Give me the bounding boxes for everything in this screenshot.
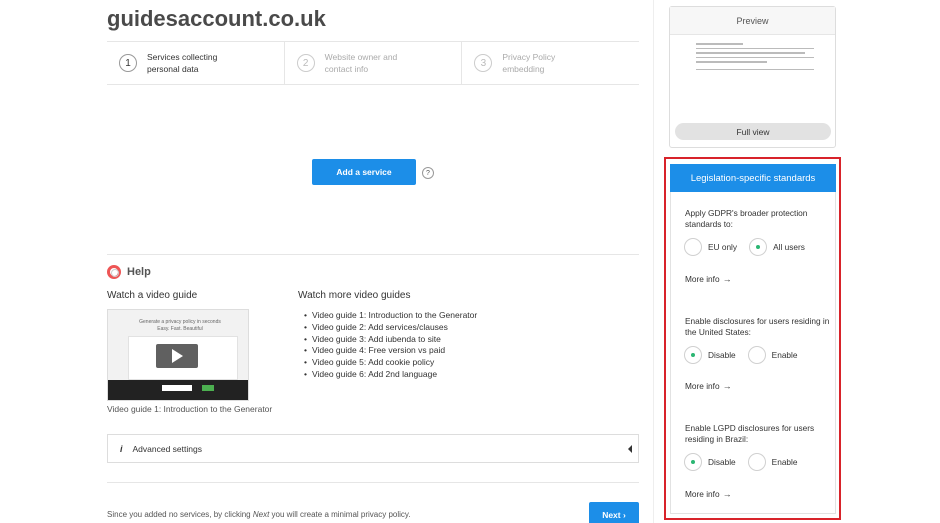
help-title: Help <box>127 266 151 278</box>
step-label: Website owner and contact info <box>324 52 398 74</box>
radio-label: Disable <box>708 457 736 467</box>
us-options: Disable Enable <box>684 346 810 364</box>
caret-left-icon <box>628 445 632 453</box>
guide-link[interactable]: Video guide 1: Introduction to the Gener… <box>304 310 477 322</box>
arrow-right-icon: → <box>722 381 732 391</box>
more-info-label: More info <box>685 381 720 391</box>
legislation-header: Legislation-specific standards <box>670 164 836 192</box>
radio-label: EU only <box>708 242 738 252</box>
guide-link[interactable]: Video guide 6: Add 2nd language <box>304 369 477 381</box>
guide-link[interactable]: Video guide 5: Add cookie policy <box>304 357 477 369</box>
guide-link[interactable]: Video guide 3: Add iubenda to site <box>304 334 477 346</box>
play-icon <box>172 349 183 363</box>
radio-label: Enable <box>771 350 798 360</box>
video-thumbnail[interactable]: Generate a privacy policy in seconds Eas… <box>107 309 249 401</box>
preview-panel: Preview Full view <box>669 6 836 148</box>
step-number: 1 <box>119 54 137 72</box>
guide-list: Video guide 1: Introduction to the Gener… <box>304 310 477 381</box>
info-icon: i <box>120 443 123 454</box>
more-guides-title: Watch more video guides <box>298 290 411 301</box>
step-label: Privacy Policy embedding <box>502 52 556 74</box>
advanced-settings-toggle[interactable]: i Advanced settings <box>107 434 639 463</box>
video-controls-bar <box>108 380 248 400</box>
step-number: 2 <box>296 54 315 72</box>
arrow-right-icon: → <box>722 274 732 284</box>
lgpd-question: Enable LGPD disclosures for users residi… <box>685 423 815 444</box>
preview-document <box>696 43 814 73</box>
radio-all-users[interactable] <box>749 238 768 256</box>
help-heading: Help <box>107 265 151 279</box>
more-info-label: More info <box>685 274 720 284</box>
advanced-settings-label: Advanced settings <box>132 443 202 454</box>
footer-note: Since you added no services, by clicking… <box>107 510 411 519</box>
next-button[interactable]: Next › <box>589 502 639 523</box>
us-question: Enable disclosures for users residing in… <box>685 316 830 337</box>
radio-lgpd-enable[interactable] <box>747 453 766 471</box>
sidebar-divider <box>653 0 654 523</box>
guide-link[interactable]: Video guide 4: Free version vs paid <box>304 345 477 357</box>
gdpr-question: Apply GDPR's broader protection standard… <box>685 208 808 229</box>
full-view-button[interactable]: Full view <box>675 123 831 140</box>
gdpr-more-info-link[interactable]: More info → <box>685 274 732 284</box>
radio-label: Disable <box>708 350 736 360</box>
lgpd-options: Disable Enable <box>684 453 810 471</box>
site-title: guidesaccount.co.uk <box>107 6 326 31</box>
radio-label: Enable <box>771 457 798 467</box>
preview-title: Preview <box>670 7 835 35</box>
watch-video-title: Watch a video guide <box>107 290 198 301</box>
step-embedding[interactable]: 3 Privacy Policy embedding <box>462 42 639 84</box>
radio-lgpd-disable[interactable] <box>684 453 702 471</box>
video-caption: Video guide 1: Introduction to the Gener… <box>107 404 273 414</box>
step-label: Services collecting personal data <box>147 52 218 74</box>
lifebuoy-icon <box>107 265 121 279</box>
thumbnail-text: Generate a privacy policy in seconds Eas… <box>139 319 221 332</box>
radio-label: All users <box>773 242 805 252</box>
divider <box>107 482 639 483</box>
radio-eu-only[interactable] <box>684 238 702 256</box>
footer-note-suffix: you will create a minimal privacy policy… <box>269 510 411 519</box>
arrow-right-icon: → <box>722 489 732 499</box>
footer-note-prefix: Since you added no services, by clicking <box>107 510 253 519</box>
radio-us-enable[interactable] <box>747 346 766 364</box>
more-info-label: More info <box>685 489 720 499</box>
radio-us-disable[interactable] <box>684 346 702 364</box>
step-owner[interactable]: 2 Website owner and contact info <box>285 42 463 84</box>
footer-note-emphasis: Next <box>252 510 270 519</box>
us-more-info-link[interactable]: More info → <box>685 381 732 391</box>
gdpr-options: EU only All users <box>684 238 817 256</box>
steps-bar: 1 Services collecting personal data 2 We… <box>107 41 639 85</box>
guide-link[interactable]: Video guide 2: Add services/clauses <box>304 322 477 334</box>
divider <box>107 254 639 255</box>
step-services[interactable]: 1 Services collecting personal data <box>107 42 285 84</box>
question-icon[interactable]: ? <box>422 167 434 179</box>
lgpd-more-info-link[interactable]: More info → <box>685 489 732 499</box>
step-number: 3 <box>474 54 493 72</box>
add-service-button[interactable]: Add a service <box>312 159 416 185</box>
